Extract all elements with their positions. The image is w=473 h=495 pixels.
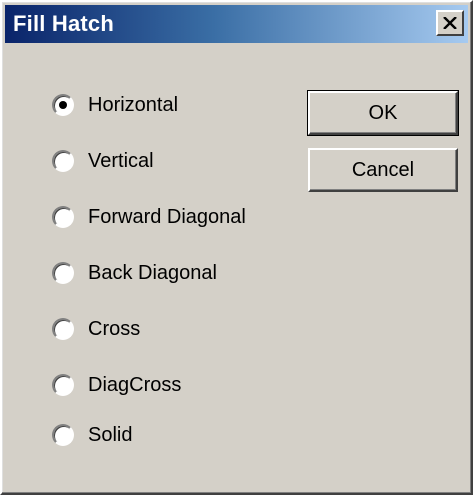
- option-label[interactable]: Back Diagonal: [88, 262, 217, 285]
- radio-button[interactable]: [52, 94, 74, 116]
- option-label[interactable]: Vertical: [88, 150, 154, 173]
- option-back-diagonal[interactable]: Back Diagonal: [52, 258, 217, 288]
- option-vertical[interactable]: Vertical: [52, 146, 154, 176]
- option-label[interactable]: Solid: [88, 424, 132, 447]
- ok-button[interactable]: OK: [307, 90, 459, 136]
- option-forward-diagonal[interactable]: Forward Diagonal: [52, 202, 246, 232]
- radio-selected-dot: [59, 101, 67, 109]
- radio-button[interactable]: [52, 150, 74, 172]
- radio-button[interactable]: [52, 374, 74, 396]
- option-label[interactable]: Forward Diagonal: [88, 206, 246, 229]
- radio-button[interactable]: [52, 424, 74, 446]
- fill-hatch-dialog: Fill Hatch Horizontal Vertical Forward D…: [0, 0, 473, 495]
- option-horizontal[interactable]: Horizontal: [52, 90, 178, 120]
- radio-button[interactable]: [52, 206, 74, 228]
- close-icon: [443, 17, 457, 29]
- radio-button[interactable]: [52, 318, 74, 340]
- title-bar[interactable]: Fill Hatch: [5, 5, 468, 43]
- option-cross[interactable]: Cross: [52, 314, 140, 344]
- option-diagcross[interactable]: DiagCross: [52, 370, 181, 400]
- dialog-title: Fill Hatch: [13, 11, 115, 36]
- cancel-button[interactable]: Cancel: [308, 148, 458, 192]
- radio-button[interactable]: [52, 262, 74, 284]
- option-label[interactable]: Horizontal: [88, 94, 178, 117]
- option-label[interactable]: DiagCross: [88, 374, 181, 397]
- option-solid[interactable]: Solid: [52, 420, 132, 450]
- close-button[interactable]: [436, 10, 464, 36]
- option-label[interactable]: Cross: [88, 318, 140, 341]
